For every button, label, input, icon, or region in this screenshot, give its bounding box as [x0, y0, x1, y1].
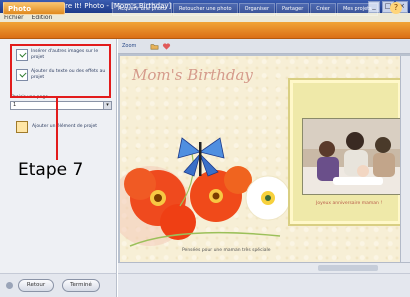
flower-caption[interactable]: Pensées pour une maman très spéciale — [182, 248, 271, 253]
help-icon[interactable]: ? — [390, 2, 402, 14]
add-project-item-label: Ajouter un élément de projet — [32, 124, 98, 129]
tab-projects[interactable]: Mes projets — [336, 3, 378, 16]
tab-organize[interactable]: Organiser — [238, 3, 276, 16]
vertical-scrollbar[interactable] — [400, 56, 410, 262]
family-photo-image — [303, 119, 403, 194]
panel-nav-bar: Retour Terminé — [0, 273, 117, 297]
project-canvas[interactable]: Mom's Birthday Pensées pour une maman tr… — [120, 56, 406, 262]
family-photo[interactable] — [302, 118, 404, 195]
white-flower — [245, 175, 290, 221]
page-select[interactable]: 1 ▾ — [10, 101, 112, 110]
flower-artwork[interactable] — [120, 136, 290, 262]
tab-acquire[interactable]: Acquérir une photo — [112, 3, 173, 16]
card-title[interactable]: Mom's Birthday — [132, 66, 253, 84]
toolbar-tabs: Acquérir une photo Retoucher une photo O… — [112, 3, 378, 16]
annotation-highlight-box — [10, 44, 111, 98]
canvas-toolbar: Zoom — [118, 39, 410, 54]
annotation-connector-line — [56, 98, 58, 160]
chevron-down-icon[interactable]: ▾ — [103, 102, 111, 109]
page-select-value: 1 — [13, 102, 17, 108]
folder-icon[interactable] — [150, 42, 159, 51]
status-dot-icon — [6, 282, 13, 289]
photo-caption[interactable]: Joyeux anniversaire maman ! — [316, 201, 382, 206]
step-label: Etape 7 — [18, 160, 84, 180]
main-toolbar — [0, 22, 410, 39]
add-project-item[interactable]: Ajouter un élément de projet — [16, 121, 111, 135]
app-brand-button[interactable]: Photo — [3, 2, 65, 15]
heart-icon[interactable] — [162, 42, 171, 51]
back-button[interactable]: Retour — [18, 279, 54, 292]
scroll-thumb[interactable] — [318, 265, 378, 271]
zoom-label[interactable]: Zoom — [122, 42, 136, 51]
tab-retouch[interactable]: Retoucher une photo — [173, 3, 238, 16]
tab-share[interactable]: Partager — [276, 3, 310, 16]
canvas-bottom-bar — [118, 273, 410, 297]
photo-frame[interactable]: Joyeux anniversaire maman ! — [288, 78, 404, 226]
done-button[interactable]: Terminé — [62, 279, 100, 292]
folder-icon — [16, 121, 28, 133]
horizontal-scrollbar[interactable] — [118, 262, 410, 273]
tab-create[interactable]: Créer — [310, 3, 336, 16]
